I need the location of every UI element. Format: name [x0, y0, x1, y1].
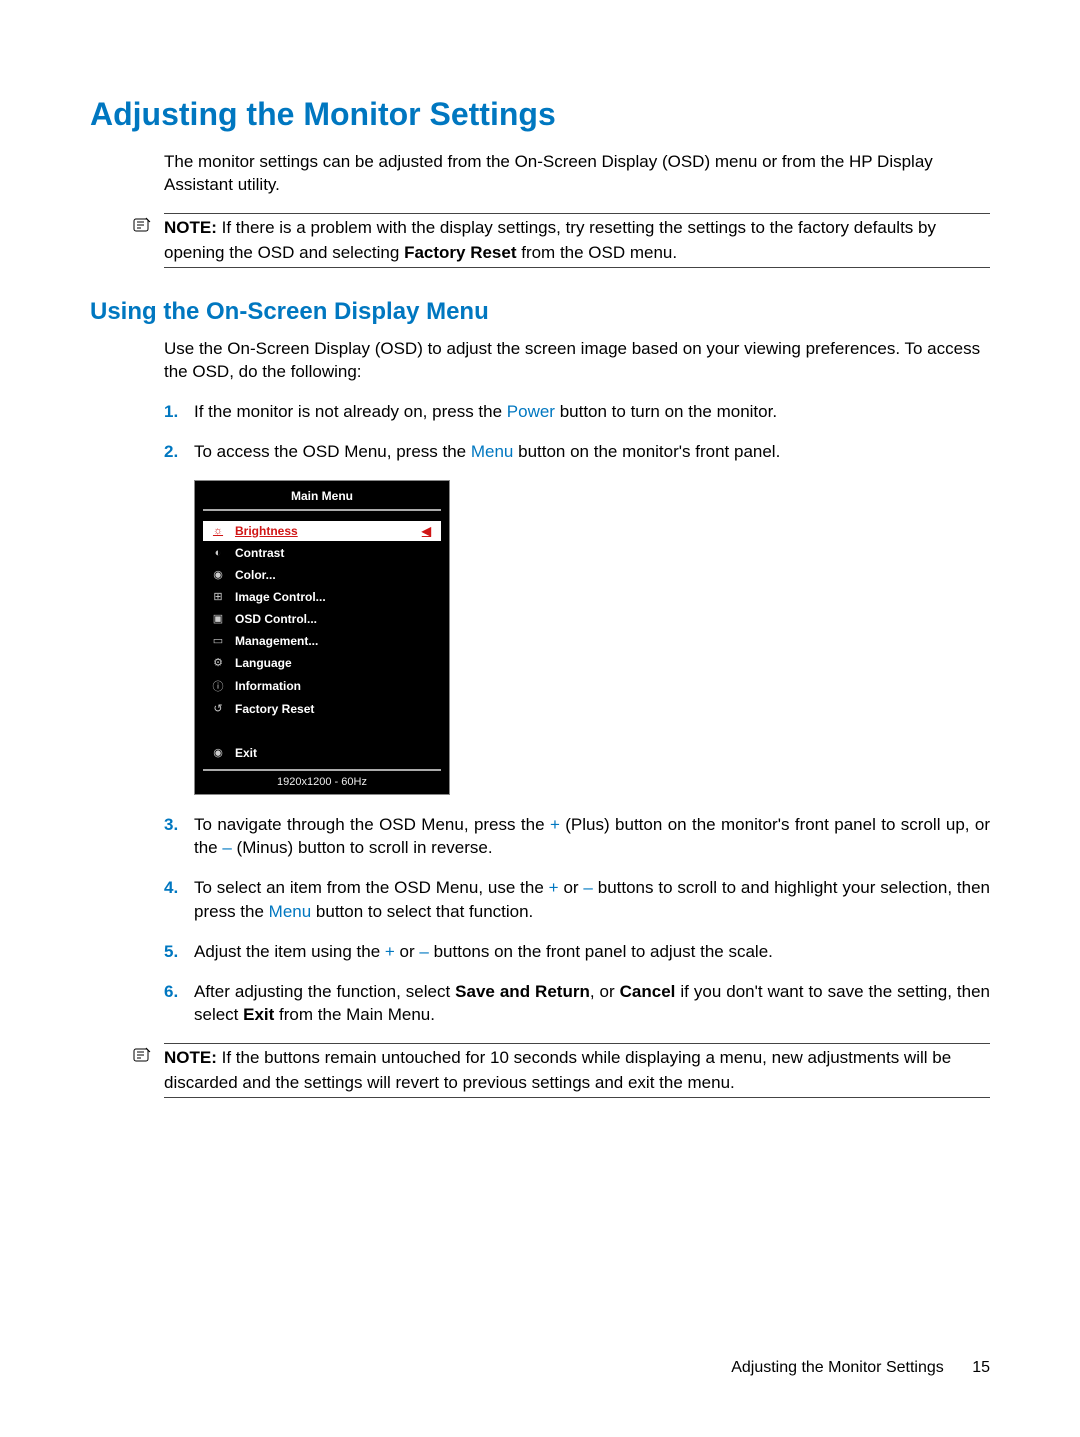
image-control-icon: ⊞: [209, 590, 227, 603]
step-text: or: [395, 942, 420, 961]
step-1: 1. If the monitor is not already on, pre…: [164, 400, 990, 424]
osd-item-factory-reset: ↺ Factory Reset: [203, 699, 441, 719]
osd-item-color: ◉ Color...: [203, 565, 441, 585]
brightness-icon: ☼: [209, 525, 227, 537]
step-4: 4. To select an item from the OSD Menu, …: [164, 876, 990, 924]
information-icon: ⓘ: [209, 678, 227, 694]
osd-item-brightness: ☼ Brightness ◀: [203, 521, 441, 541]
management-icon: ▭: [209, 634, 227, 647]
plus-ref: +: [549, 878, 559, 897]
note-text-post: from the OSD menu.: [517, 243, 678, 262]
step-number: 4.: [164, 876, 194, 924]
osd-item-management: ▭ Management...: [203, 631, 441, 651]
exit-ref: Exit: [243, 1005, 274, 1024]
step-text: (Minus) button to scroll in reverse.: [232, 838, 493, 857]
osd-item-information: ⓘ Information: [203, 675, 441, 697]
note-label: NOTE:: [164, 1048, 217, 1067]
note-bold-factory-reset: Factory Reset: [404, 243, 516, 262]
step-number: 3.: [164, 813, 194, 861]
note-text: If the buttons remain untouched for 10 s…: [164, 1048, 951, 1092]
osd-label: Management...: [235, 634, 435, 648]
step-text: from the Main Menu.: [274, 1005, 435, 1024]
osd-label: Language: [235, 656, 435, 670]
osd-control-icon: ▣: [209, 612, 227, 625]
intro-paragraph: The monitor settings can be adjusted fro…: [164, 151, 990, 197]
osd-label: Contrast: [235, 546, 435, 560]
step-2: 2. To access the OSD Menu, press the Men…: [164, 440, 990, 464]
exit-icon: ◉: [209, 746, 227, 759]
page-number: 15: [972, 1359, 990, 1376]
osd-item-image-control: ⊞ Image Control...: [203, 587, 441, 607]
osd-label: Exit: [235, 746, 435, 760]
language-icon: ⚙: [209, 656, 227, 669]
osd-item-language: ⚙ Language: [203, 653, 441, 673]
step-5: 5. Adjust the item using the + or – butt…: [164, 940, 990, 964]
note-factory-reset: NOTE: If there is a problem with the dis…: [132, 213, 990, 268]
step-text: To access the OSD Menu, press the: [194, 442, 471, 461]
cancel-ref: Cancel: [620, 982, 676, 1001]
plus-ref: +: [550, 815, 560, 834]
page-footer: Adjusting the Monitor Settings 15: [731, 1359, 990, 1377]
osd-label: Image Control...: [235, 590, 435, 604]
osd-resolution-footer: 1920x1200 - 60Hz: [203, 769, 441, 788]
step-number: 2.: [164, 440, 194, 464]
osd-intro-paragraph: Use the On-Screen Display (OSD) to adjus…: [164, 338, 990, 384]
osd-main-menu: Main Menu ☼ Brightness ◀ ◐ Contrast ◉ Co…: [194, 480, 450, 795]
osd-label: Brightness: [235, 524, 418, 538]
osd-label: OSD Control...: [235, 612, 435, 626]
contrast-icon: ◐: [209, 547, 227, 559]
step-text: buttons on the front panel to adjust the…: [429, 942, 773, 961]
step-text: To navigate through the OSD Menu, press …: [194, 815, 550, 834]
osd-label: Factory Reset: [235, 702, 435, 716]
note-timeout: NOTE: If the buttons remain untouched fo…: [132, 1043, 990, 1098]
step-text: , or: [590, 982, 620, 1001]
step-number: 6.: [164, 980, 194, 1028]
minus-ref: –: [583, 878, 592, 897]
power-button-ref: Power: [507, 402, 555, 421]
menu-button-ref: Menu: [471, 442, 514, 461]
step-3: 3. To navigate through the OSD Menu, pre…: [164, 813, 990, 861]
steps-list-continued: 3. To navigate through the OSD Menu, pre…: [164, 813, 990, 1028]
step-number: 1.: [164, 400, 194, 424]
step-text: After adjusting the function, select: [194, 982, 455, 1001]
menu-button-ref: Menu: [269, 902, 312, 921]
minus-ref: –: [419, 942, 428, 961]
minus-ref: –: [222, 838, 231, 857]
note-label: NOTE:: [164, 218, 217, 237]
osd-item-exit: ◉ Exit: [203, 743, 441, 763]
steps-list: 1. If the monitor is not already on, pre…: [164, 400, 990, 464]
step-text: If the monitor is not already on, press …: [194, 402, 507, 421]
step-number: 5.: [164, 940, 194, 964]
step-text: button on the monitor's front panel.: [513, 442, 780, 461]
color-icon: ◉: [209, 568, 227, 581]
step-text: or: [559, 878, 584, 897]
osd-label: Information: [235, 679, 435, 693]
factory-reset-icon: ↺: [209, 702, 227, 715]
selected-arrow-icon: ◀: [418, 524, 435, 538]
osd-item-osd-control: ▣ OSD Control...: [203, 609, 441, 629]
save-and-return-ref: Save and Return: [455, 982, 590, 1001]
document-page: Adjusting the Monitor Settings The monit…: [0, 0, 1080, 1437]
note-icon: [132, 213, 158, 268]
step-text: Adjust the item using the: [194, 942, 385, 961]
step-text: button to select that function.: [311, 902, 533, 921]
note-icon: [132, 1043, 158, 1098]
osd-title: Main Menu: [203, 489, 441, 511]
heading-adjusting-monitor: Adjusting the Monitor Settings: [90, 96, 990, 133]
osd-screenshot: Main Menu ☼ Brightness ◀ ◐ Contrast ◉ Co…: [194, 480, 990, 795]
osd-label: Color...: [235, 568, 435, 582]
osd-item-contrast: ◐ Contrast: [203, 543, 441, 563]
heading-using-osd: Using the On-Screen Display Menu: [90, 298, 990, 326]
step-text: To select an item from the OSD Menu, use…: [194, 878, 549, 897]
step-text: button to turn on the monitor.: [555, 402, 777, 421]
step-6: 6. After adjusting the function, select …: [164, 980, 990, 1028]
footer-section-title: Adjusting the Monitor Settings: [731, 1359, 944, 1376]
plus-ref: +: [385, 942, 395, 961]
